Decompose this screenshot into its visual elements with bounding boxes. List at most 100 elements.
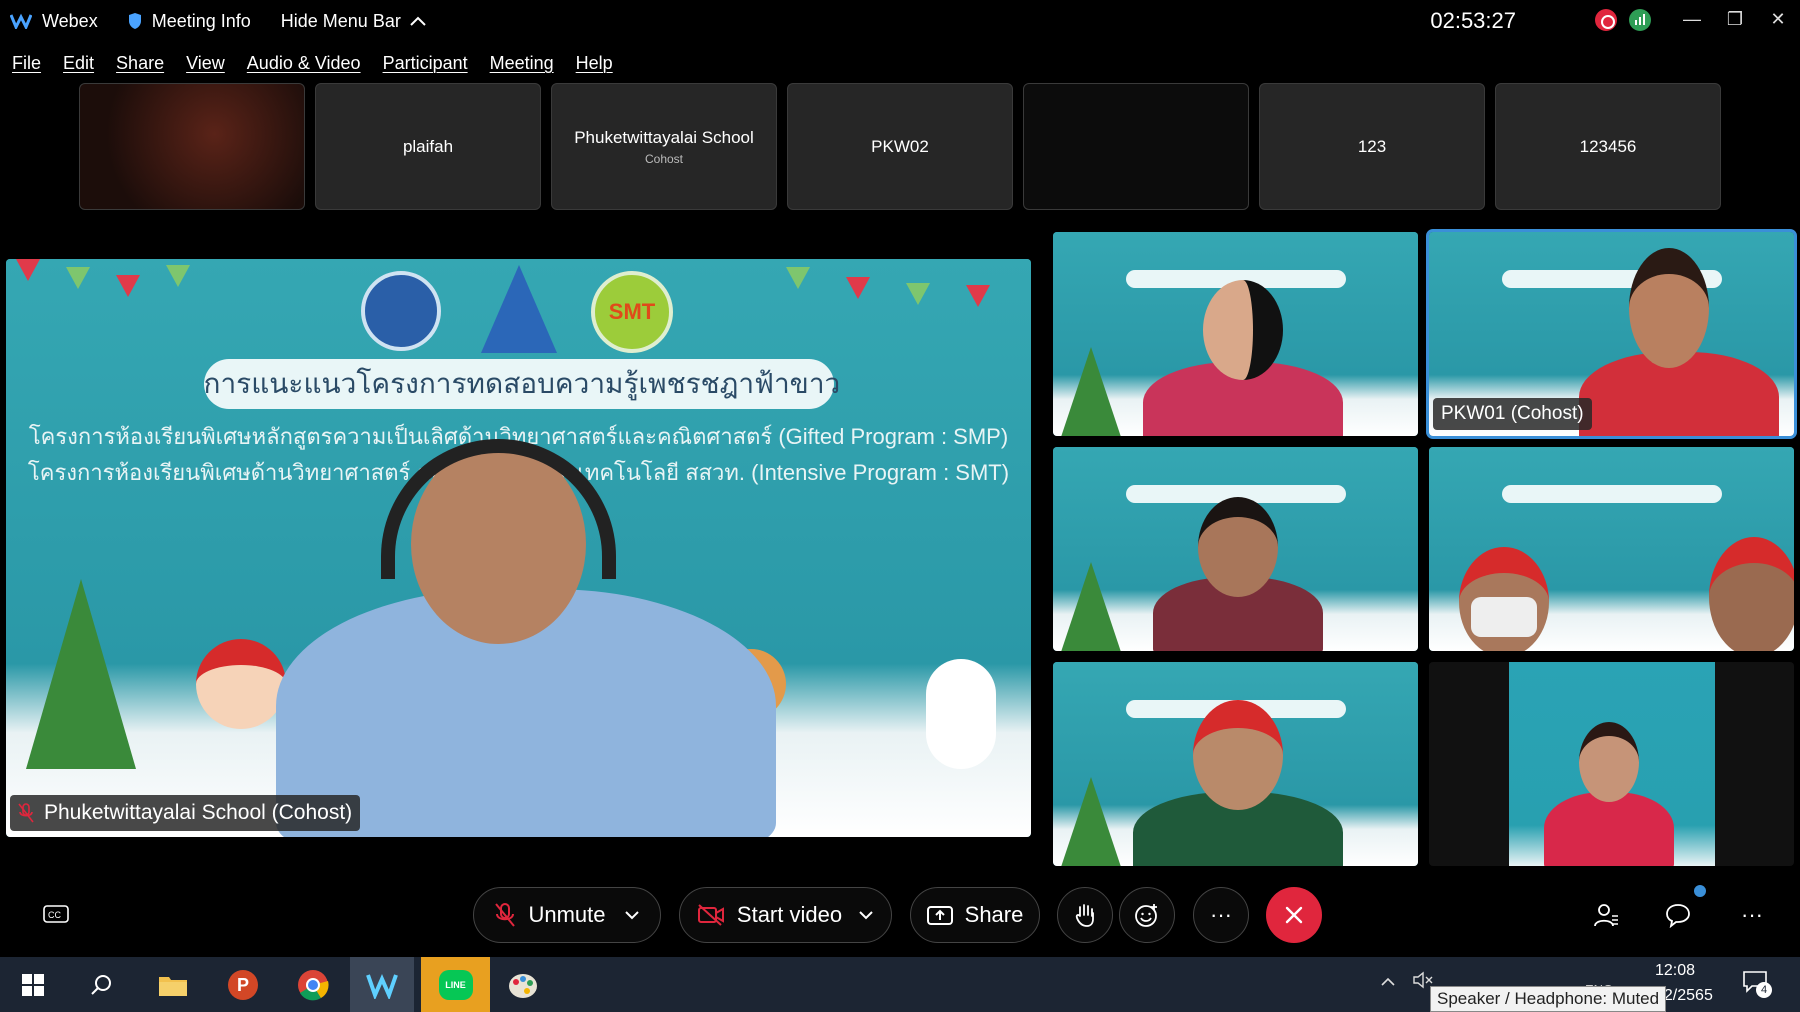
reactions-button[interactable] <box>1119 887 1175 943</box>
recording-icon[interactable] <box>1595 9 1617 31</box>
christmas-tree <box>26 579 136 769</box>
start-video-label: Start video <box>736 902 843 927</box>
participant-video-tile[interactable] <box>1053 447 1418 651</box>
participant-video-tile-active[interactable]: PKW01 (Cohost) <box>1426 229 1797 439</box>
restore-icon[interactable]: ❐ <box>1715 4 1755 34</box>
raise-hand-button[interactable] <box>1057 887 1113 943</box>
menu-edit[interactable]: Edit <box>63 53 94 74</box>
end-call-button[interactable] <box>1266 887 1322 943</box>
share-button[interactable]: Share <box>910 887 1040 943</box>
bunting-flag <box>66 267 90 289</box>
unmute-button[interactable]: Unmute <box>473 887 661 943</box>
line-taskbar-icon[interactable]: LINE <box>421 957 490 1012</box>
menu-audio-video[interactable]: Audio & Video <box>247 53 361 74</box>
video-off-icon <box>697 904 724 926</box>
palette-icon <box>509 974 537 998</box>
chevron-down-icon[interactable] <box>624 910 640 920</box>
app-title[interactable]: Webex <box>0 11 98 32</box>
chat-button[interactable] <box>1650 885 1706 943</box>
chevron-down-icon[interactable] <box>858 910 874 920</box>
paint-taskbar-icon[interactable] <box>500 962 546 1008</box>
participant-thumbnail[interactable]: plaifah <box>315 83 541 210</box>
more-panels-label: ··· <box>1741 902 1763 927</box>
participants-button[interactable] <box>1578 887 1634 943</box>
hand-icon <box>1075 904 1094 927</box>
speaker-name-label: Phuketwittayalai School (Cohost) <box>10 795 361 831</box>
menu-file[interactable]: File <box>12 53 41 74</box>
participant-thumbnail[interactable]: PKW02 <box>787 83 1013 210</box>
file-explorer-taskbar-icon[interactable] <box>150 962 196 1008</box>
captions-button[interactable]: CC <box>28 887 84 943</box>
participant-head <box>1203 280 1283 380</box>
speaker-name: Phuketwittayalai School (Cohost) <box>44 801 353 824</box>
muted-mic-icon <box>18 803 34 823</box>
christmas-tree <box>1061 777 1121 866</box>
participant-video-tile[interactable] <box>1053 662 1418 866</box>
participant-role: Cohost <box>644 151 684 166</box>
menu-meeting[interactable]: Meeting <box>490 53 554 74</box>
hide-menu-bar-button[interactable]: Hide Menu Bar <box>281 11 427 32</box>
participant-thumbnail[interactable]: Phuketwittayalai School Cohost <box>551 83 777 210</box>
menu-participant[interactable]: Participant <box>383 53 468 74</box>
participant-name: Phuketwittayalai School <box>574 127 754 147</box>
powerpoint-taskbar-icon[interactable]: P <box>220 962 266 1008</box>
menu-help[interactable]: Help <box>576 53 613 74</box>
menu-view[interactable]: View <box>186 53 225 74</box>
close-window-icon[interactable]: ✕ <box>1758 4 1798 34</box>
bunting-flag <box>786 267 810 289</box>
show-hidden-icons-button[interactable] <box>1380 974 1396 992</box>
taskbar-clock[interactable]: 12:08 <box>1655 962 1695 980</box>
participant-head <box>1193 700 1283 810</box>
smt-logo: SMT <box>591 271 673 353</box>
search-button[interactable] <box>78 962 124 1008</box>
more-options-button[interactable]: ··· <box>1193 887 1249 943</box>
participant-name-label: PKW01 (Cohost) <box>1433 398 1592 430</box>
shield-icon <box>128 13 141 29</box>
closed-captions-icon: CC <box>43 905 69 923</box>
close-icon <box>1285 906 1303 924</box>
bunting-flag <box>166 265 190 287</box>
webex-logo-icon <box>10 13 32 29</box>
start-video-button[interactable]: Start video <box>679 887 892 943</box>
mini-banner <box>1501 485 1722 503</box>
participant-head <box>1579 722 1639 802</box>
share-screen-icon <box>926 906 953 925</box>
meeting-info-button[interactable]: Meeting Info <box>128 11 251 32</box>
svg-text:CC: CC <box>48 910 61 920</box>
menu-share[interactable]: Share <box>116 53 164 74</box>
chat-icon <box>1666 904 1690 928</box>
webex-taskbar-icon[interactable] <box>350 957 414 1012</box>
unmute-label: Unmute <box>528 902 606 927</box>
more-panels-button[interactable]: ··· <box>1724 887 1780 943</box>
banner-title: การแนะแนวโครงการทดสอบความรู้เพชรชฎาฟ้าขา… <box>203 359 840 409</box>
participant-thumbnail[interactable] <box>79 83 305 210</box>
participant-video-tile[interactable] <box>1053 232 1418 436</box>
emoji-icon <box>1135 904 1157 927</box>
chevron-up-icon <box>410 16 426 26</box>
start-button[interactable] <box>10 962 56 1008</box>
minimize-icon[interactable]: — <box>1672 4 1712 34</box>
participant-head <box>1629 248 1709 368</box>
powerpoint-icon: P <box>228 970 258 1000</box>
chrome-taskbar-icon[interactable] <box>290 962 336 1008</box>
participant-thumbnail[interactable] <box>1023 83 1249 210</box>
participant-video-tile[interactable] <box>1429 662 1794 866</box>
search-icon <box>91 975 111 995</box>
school-logo <box>361 271 441 351</box>
active-speaker-video[interactable]: SMT การแนะแนวโครงการทดสอบความรู้เพชรชฎาฟ… <box>6 259 1031 837</box>
face-mask <box>1471 597 1537 637</box>
participant-thumbnail[interactable]: 123 <box>1259 83 1485 210</box>
christmas-tree <box>1061 562 1121 651</box>
chrome-icon <box>298 970 329 1001</box>
participant-name: 123456 <box>1579 136 1637 156</box>
participant-video-tile[interactable] <box>1429 447 1794 651</box>
menu-bar: File Edit Share View Audio & Video Parti… <box>0 46 623 80</box>
network-status-icon[interactable] <box>1629 9 1651 31</box>
participant-thumbnail[interactable]: 123456 <box>1495 83 1721 210</box>
webex-icon <box>366 973 398 999</box>
notifications-button[interactable]: 4 <box>1742 970 1772 999</box>
participant-name: plaifah <box>402 136 454 156</box>
hide-menu-label: Hide Menu Bar <box>280 10 401 31</box>
notification-count: 4 <box>1756 982 1772 998</box>
participant-body <box>1544 792 1674 866</box>
